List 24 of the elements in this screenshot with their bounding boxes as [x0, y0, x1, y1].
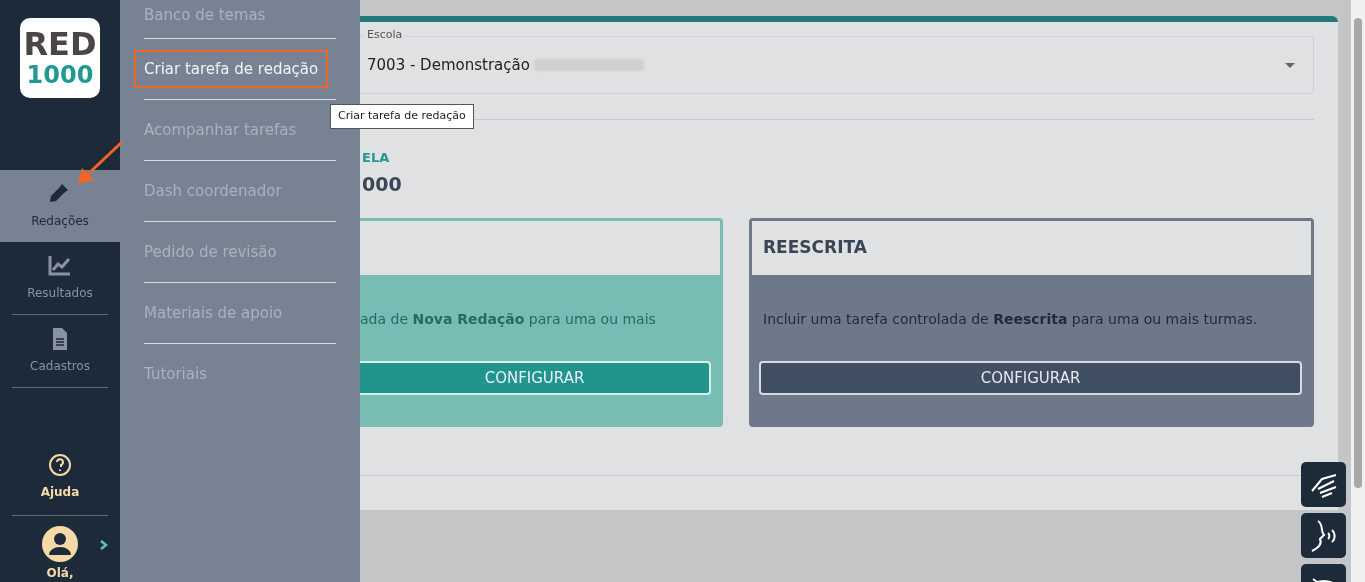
help-link[interactable]: Ajuda — [0, 453, 120, 515]
section-subtitle: ELA — [361, 149, 391, 167]
dropdown-caret-icon — [1285, 62, 1295, 68]
help-icon — [48, 453, 72, 477]
submenu-item[interactable]: Criar tarefa de redação — [134, 49, 329, 89]
sidebar-item[interactable]: Redações — [0, 170, 120, 242]
configure-button[interactable]: CONFIGURAR — [360, 361, 711, 395]
chevron-right-icon[interactable] — [100, 540, 108, 550]
card-title: REESCRITA — [763, 236, 867, 260]
sidebar-item[interactable]: Resultados — [0, 242, 120, 314]
audio-button[interactable] — [1301, 513, 1346, 558]
section-title: 000 — [361, 171, 403, 197]
user-greeting: Olá, — [46, 565, 74, 582]
line-chart-icon — [48, 254, 72, 278]
card-description: ada de Nova Redação para uma ou mais — [360, 310, 657, 329]
logo: RED 1000 — [20, 18, 100, 98]
tooltip: Criar tarefa de redação — [330, 104, 474, 129]
field-value: 7003 - Demonstração — [367, 54, 530, 76]
card-description: Incluir uma tarefa controlada de Reescrita para uma ou mais turmas. — [762, 310, 1259, 329]
configure-button[interactable]: CONFIGURAR — [759, 361, 1302, 395]
user-avatar-icon[interactable] — [42, 526, 78, 562]
sidebar-item[interactable]: Cadastros — [0, 315, 120, 387]
scrollbar[interactable] — [1351, 0, 1365, 582]
sign-language-button[interactable] — [1301, 462, 1346, 507]
